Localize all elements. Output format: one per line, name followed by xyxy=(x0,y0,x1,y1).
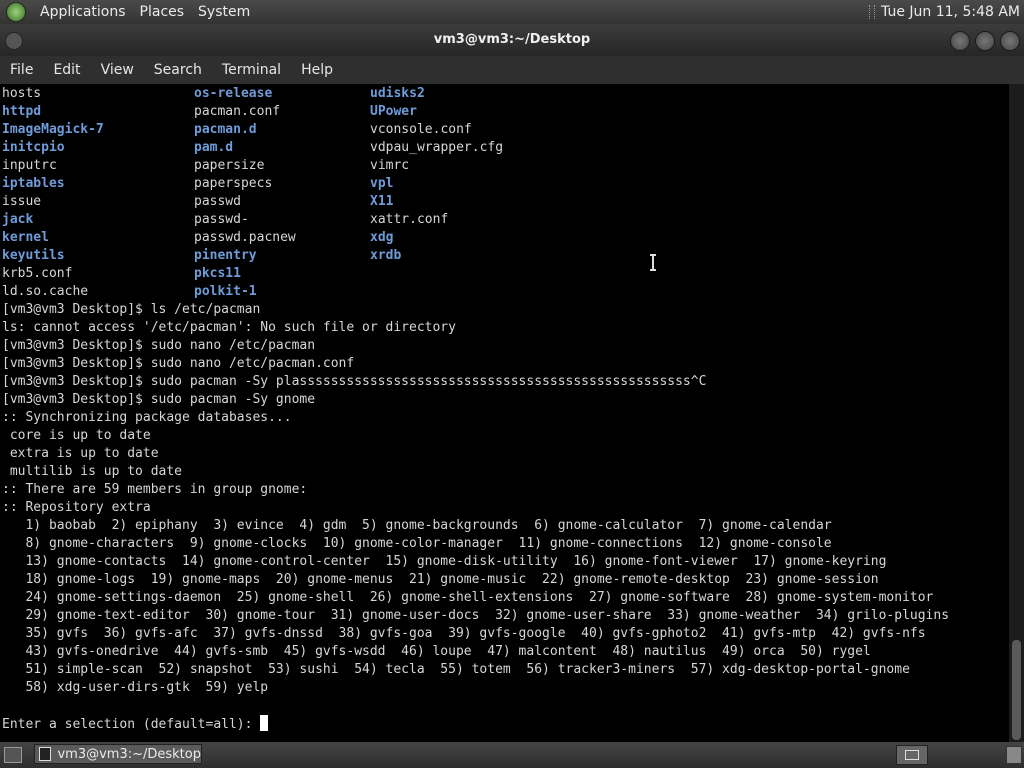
ls-entry-directory: xdg xyxy=(370,230,394,245)
ls-entry-file: xattr.conf xyxy=(370,212,449,227)
ls-entry-directory: X11 xyxy=(370,194,394,209)
terminal-line: 43) gvfs-onedrive 44) gvfs-smb 45) gvfs-… xyxy=(2,644,871,659)
terminal-line: :: There are 59 members in group gnome: xyxy=(2,482,308,497)
text-cursor-icon xyxy=(650,254,656,271)
ls-entry-file: hosts xyxy=(2,86,42,101)
ls-entry-file: vdpau_wrapper.cfg xyxy=(370,140,504,155)
top-panel-menus: Applications Places System xyxy=(6,0,250,24)
ls-entry-file: passwd xyxy=(194,194,241,209)
ls-entry-directory: pam.d xyxy=(194,140,234,155)
ls-entry-directory: ImageMagick-7 xyxy=(2,122,104,137)
terminal-line: multilib is up to date xyxy=(2,464,183,479)
ls-entry-file: ld.so.cache xyxy=(2,284,89,299)
ls-entry-directory: vpl xyxy=(370,176,394,191)
terminal-line: :: Repository extra xyxy=(2,500,151,515)
ls-entry-file: vconsole.conf xyxy=(370,122,472,137)
ls-entry-directory: pkcs11 xyxy=(194,266,241,281)
terminal-line: [vm3@vm3 Desktop]$ sudo pacman -Sy gnome xyxy=(2,392,316,407)
ls-entry-directory: iptables xyxy=(2,176,65,191)
terminal-line: [vm3@vm3 Desktop]$ ls /etc/pacman xyxy=(2,302,261,317)
terminal-line: 1) baobab 2) epiphany 3) evince 4) gdm 5… xyxy=(2,518,832,533)
ls-entry-file: vimrc xyxy=(370,158,410,173)
system-menu[interactable]: System xyxy=(198,4,250,20)
terminal-line: 18) gnome-logs 19) gnome-maps 20) gnome-… xyxy=(2,572,879,587)
menu-view[interactable]: View xyxy=(91,62,144,78)
show-desktop-icon[interactable] xyxy=(4,747,22,763)
menu-terminal[interactable]: Terminal xyxy=(212,62,291,78)
selection-prompt[interactable]: Enter a selection (default=all): xyxy=(2,715,949,733)
terminal-lines: [vm3@vm3 Desktop]$ ls /etc/pacman ls: can… xyxy=(2,301,949,733)
ls-entry-directory: pacman.d xyxy=(194,122,257,137)
ls-entry-directory: kernel xyxy=(2,230,49,245)
ls-entry-file: papersize xyxy=(194,158,265,173)
ls-entry-directory: polkit-1 xyxy=(194,284,257,299)
terminal-line: :: Synchronizing package databases... xyxy=(2,410,292,425)
applications-menu[interactable]: Applications xyxy=(40,4,126,20)
workspace-switcher[interactable] xyxy=(896,745,928,765)
menu-edit[interactable]: Edit xyxy=(43,62,90,78)
ls-entry-directory: udisks2 xyxy=(370,86,425,101)
terminal-line: extra is up to date xyxy=(2,446,159,461)
prompt-text: Enter a selection (default=all): xyxy=(2,717,261,732)
close-button[interactable] xyxy=(1000,31,1020,51)
menu-search[interactable]: Search xyxy=(144,62,212,78)
taskbar-item-terminal[interactable]: vm3@vm3:~/Desktop xyxy=(34,744,202,764)
ls-entry-directory: UPower xyxy=(370,104,417,119)
places-menu[interactable]: Places xyxy=(140,4,185,20)
minimize-button[interactable] xyxy=(950,31,970,51)
ls-entry-file: inputrc xyxy=(2,158,57,173)
ls-entry-file: krb5.conf xyxy=(2,266,73,281)
terminal-line: core is up to date xyxy=(2,428,151,443)
terminal-line: [vm3@vm3 Desktop]$ sudo nano /etc/pacman… xyxy=(2,356,355,371)
terminal-line: 35) gvfs 36) gvfs-afc 37) gvfs-dnssd 38)… xyxy=(2,626,926,641)
terminal-line: 51) simple-scan 52) snapshot 53) sushi 5… xyxy=(2,662,910,677)
terminal-cursor xyxy=(260,715,269,731)
distro-logo-icon[interactable] xyxy=(6,2,26,22)
bottom-panel: vm3@vm3:~/Desktop xyxy=(0,742,1024,768)
terminal-line: [vm3@vm3 Desktop]$ sudo pacman -Sy plass… xyxy=(2,374,707,389)
ls-entry-file: passwd.pacnew xyxy=(194,230,296,245)
ls-entry-directory: initcpio xyxy=(2,140,65,155)
taskbar-item-label: vm3@vm3:~/Desktop xyxy=(57,746,201,762)
terminal-icon xyxy=(39,747,52,761)
terminal-menubar: File Edit View Search Terminal Help xyxy=(0,56,1024,84)
ls-entry-directory: xrdb xyxy=(370,248,402,263)
terminal-line: 58) xdg-user-dirs-gtk 59) yelp xyxy=(2,680,269,695)
ls-entry-file: paperspecs xyxy=(194,176,273,191)
ls-entry-file: issue xyxy=(2,194,42,209)
ls-entry-directory: os-release xyxy=(194,86,273,101)
ls-entry-directory: pinentry xyxy=(194,248,257,263)
menu-help[interactable]: Help xyxy=(291,62,343,78)
ls-entry-directory: keyutils xyxy=(2,248,65,263)
panel-grip-icon xyxy=(869,5,876,19)
terminal-output[interactable]: hosts os-release udisks2 httpd pacman.conf UP… xyxy=(0,84,1009,742)
terminal-line: 29) gnome-text-editor 30) gnome-tour 31)… xyxy=(2,608,950,623)
trash-icon[interactable] xyxy=(1006,746,1022,764)
window-titlebar[interactable]: vm3@vm3:~/Desktop xyxy=(0,24,1024,56)
terminal-line: 24) gnome-settings-daemon 25) gnome-shel… xyxy=(2,590,934,605)
terminal-line: 8) gnome-characters 9) gnome-clocks 10) … xyxy=(2,536,832,551)
top-panel: Applications Places System Tue Jun 11, 5… xyxy=(0,0,1024,24)
ls-entry-file: pacman.conf xyxy=(194,104,281,119)
terminal-line: [vm3@vm3 Desktop]$ sudo nano /etc/pacman xyxy=(2,338,316,353)
ls-entry-file: passwd- xyxy=(194,212,249,227)
top-panel-tray: Tue Jun 11, 5:48 AM xyxy=(869,0,1020,24)
ls-entry-directory: jack xyxy=(2,212,34,227)
terminal-scrollbar[interactable] xyxy=(1009,84,1024,742)
clock[interactable]: Tue Jun 11, 5:48 AM xyxy=(881,4,1020,20)
ls-entry-directory: httpd xyxy=(2,104,42,119)
maximize-button[interactable] xyxy=(975,31,995,51)
menu-file[interactable]: File xyxy=(0,62,43,78)
window-title: vm3@vm3:~/Desktop xyxy=(433,32,591,47)
terminal-line: 13) gnome-contacts 14) gnome-control-cen… xyxy=(2,554,887,569)
terminal-line: ls: cannot access '/etc/pacman': No such… xyxy=(2,320,456,335)
scrollbar-thumb[interactable] xyxy=(1012,640,1021,740)
